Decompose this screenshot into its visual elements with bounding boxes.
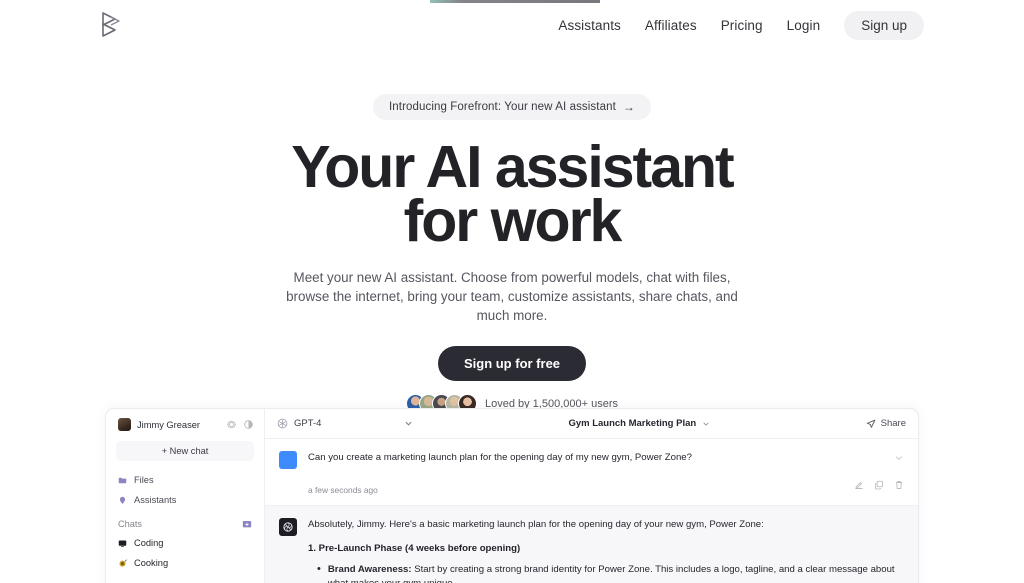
- app-sidebar: Jimmy Greaser + New chat Files Assistant…: [106, 409, 265, 583]
- share-button[interactable]: Share: [866, 418, 906, 429]
- chat-toolbar: GPT-4 Gym Launch Marketing Plan Share: [265, 409, 918, 439]
- chats-header-label: Chats: [118, 519, 143, 529]
- chat-title-label: Gym Launch Marketing Plan: [568, 418, 697, 429]
- chats-section-header: Chats: [106, 510, 264, 533]
- folder-icon: [118, 477, 127, 483]
- assistant-icon: [119, 496, 126, 504]
- app-preview: Jimmy Greaser + New chat Files Assistant…: [105, 408, 919, 583]
- app-main: GPT-4 Gym Launch Marketing Plan Share Ca…: [265, 409, 918, 583]
- bullet-label: Brand Awareness:: [327, 564, 412, 575]
- message-heading: 1. Pre-Launch Phase (4 weeks before open…: [308, 543, 521, 554]
- hero-section: Introducing Forefront: Your new AI assis…: [0, 50, 1024, 413]
- nav-links: Assistants Affiliates Pricing Login Sign…: [558, 10, 924, 40]
- nav-link-assistants[interactable]: Assistants: [558, 18, 621, 33]
- sidebar-item-assistants[interactable]: Assistants: [106, 490, 264, 510]
- chat-title[interactable]: Gym Launch Marketing Plan: [421, 418, 858, 429]
- message-body: Absolutely, Jimmy. Here's a basic market…: [308, 518, 904, 583]
- hero-subtitle: Meet your new AI assistant. Choose from …: [286, 270, 738, 323]
- model-name: GPT-4: [294, 418, 322, 429]
- sidebar-user-row[interactable]: Jimmy Greaser: [106, 409, 264, 439]
- announcement-text: Introducing Forefront: Your new AI assis…: [389, 101, 616, 113]
- chat-item-label: Coding: [134, 538, 164, 548]
- cooking-emoji-icon: [119, 559, 127, 567]
- chat-item-cooking[interactable]: Cooking: [106, 553, 264, 573]
- top-navbar: Assistants Affiliates Pricing Login Sign…: [0, 0, 1024, 50]
- bullet-text: Start by creating a strong brand identit…: [411, 564, 868, 575]
- message-text: Absolutely, Jimmy. Here's a basic market…: [308, 519, 764, 530]
- new-folder-icon[interactable]: [242, 519, 252, 529]
- signup-button[interactable]: Sign up: [844, 10, 924, 40]
- copy-icon[interactable]: [874, 480, 884, 490]
- chevron-down-icon: [405, 421, 412, 426]
- message-list: Can you create a marketing launch plan f…: [265, 439, 918, 583]
- gear-icon[interactable]: [226, 419, 237, 430]
- page-title: Your AI assistant for work: [0, 138, 1024, 254]
- bullet-glyph: •: [317, 563, 321, 575]
- openai-logo-icon: [283, 522, 293, 532]
- announcement-pill[interactable]: Introducing Forefront: Your new AI assis…: [373, 94, 651, 120]
- headline-line-2: for work: [403, 188, 623, 254]
- share-label: Share: [880, 418, 906, 429]
- computer-emoji-icon: [118, 540, 127, 547]
- nav-link-affiliates[interactable]: Affiliates: [645, 18, 697, 33]
- model-selector[interactable]: GPT-4: [277, 418, 413, 429]
- openai-icon: [277, 418, 288, 429]
- user-message-avatar: [279, 451, 297, 469]
- message-footer: a few seconds ago: [308, 474, 904, 495]
- nav-link-pricing[interactable]: Pricing: [721, 18, 763, 33]
- send-icon: [866, 419, 875, 428]
- bullet-content: Brand Awareness: Start by creating a str…: [328, 563, 904, 583]
- arrow-right-icon: →: [622, 100, 635, 114]
- message-bullet: • Brand Awareness: Start by creating a s…: [308, 563, 904, 583]
- sidebar-item-files[interactable]: Files: [106, 470, 264, 490]
- forefront-logo-icon: [102, 12, 120, 37]
- edit-icon[interactable]: [854, 480, 864, 490]
- trash-icon[interactable]: [894, 480, 904, 490]
- sidebar-item-label: Files: [134, 475, 154, 485]
- message-body: Can you create a marketing launch plan f…: [308, 451, 904, 495]
- chevron-down-icon: [703, 422, 709, 426]
- new-chat-button[interactable]: + New chat: [116, 441, 254, 461]
- chat-item-coding[interactable]: Coding: [106, 533, 264, 553]
- nav-link-login[interactable]: Login: [787, 18, 821, 33]
- contrast-icon[interactable]: [243, 419, 254, 430]
- sidebar-nav: Files Assistants: [106, 470, 264, 510]
- user-avatar: [118, 418, 131, 431]
- message-assistant: Absolutely, Jimmy. Here's a basic market…: [265, 505, 918, 583]
- message-actions: [854, 480, 904, 490]
- landing-page: Assistants Affiliates Pricing Login Sign…: [0, 0, 1024, 583]
- message-user: Can you create a marketing launch plan f…: [265, 439, 918, 505]
- message-options-caret-icon[interactable]: [894, 453, 904, 463]
- message-text: Can you create a marketing launch plan f…: [308, 452, 692, 463]
- chat-item-label: Cooking: [134, 558, 169, 568]
- signup-for-free-button[interactable]: Sign up for free: [437, 346, 587, 381]
- user-name: Jimmy Greaser: [137, 419, 201, 430]
- forefront-logo[interactable]: [100, 11, 122, 39]
- assistant-message-avatar: [279, 518, 297, 536]
- sidebar-item-label: Assistants: [134, 495, 177, 505]
- message-timestamp: a few seconds ago: [308, 485, 378, 495]
